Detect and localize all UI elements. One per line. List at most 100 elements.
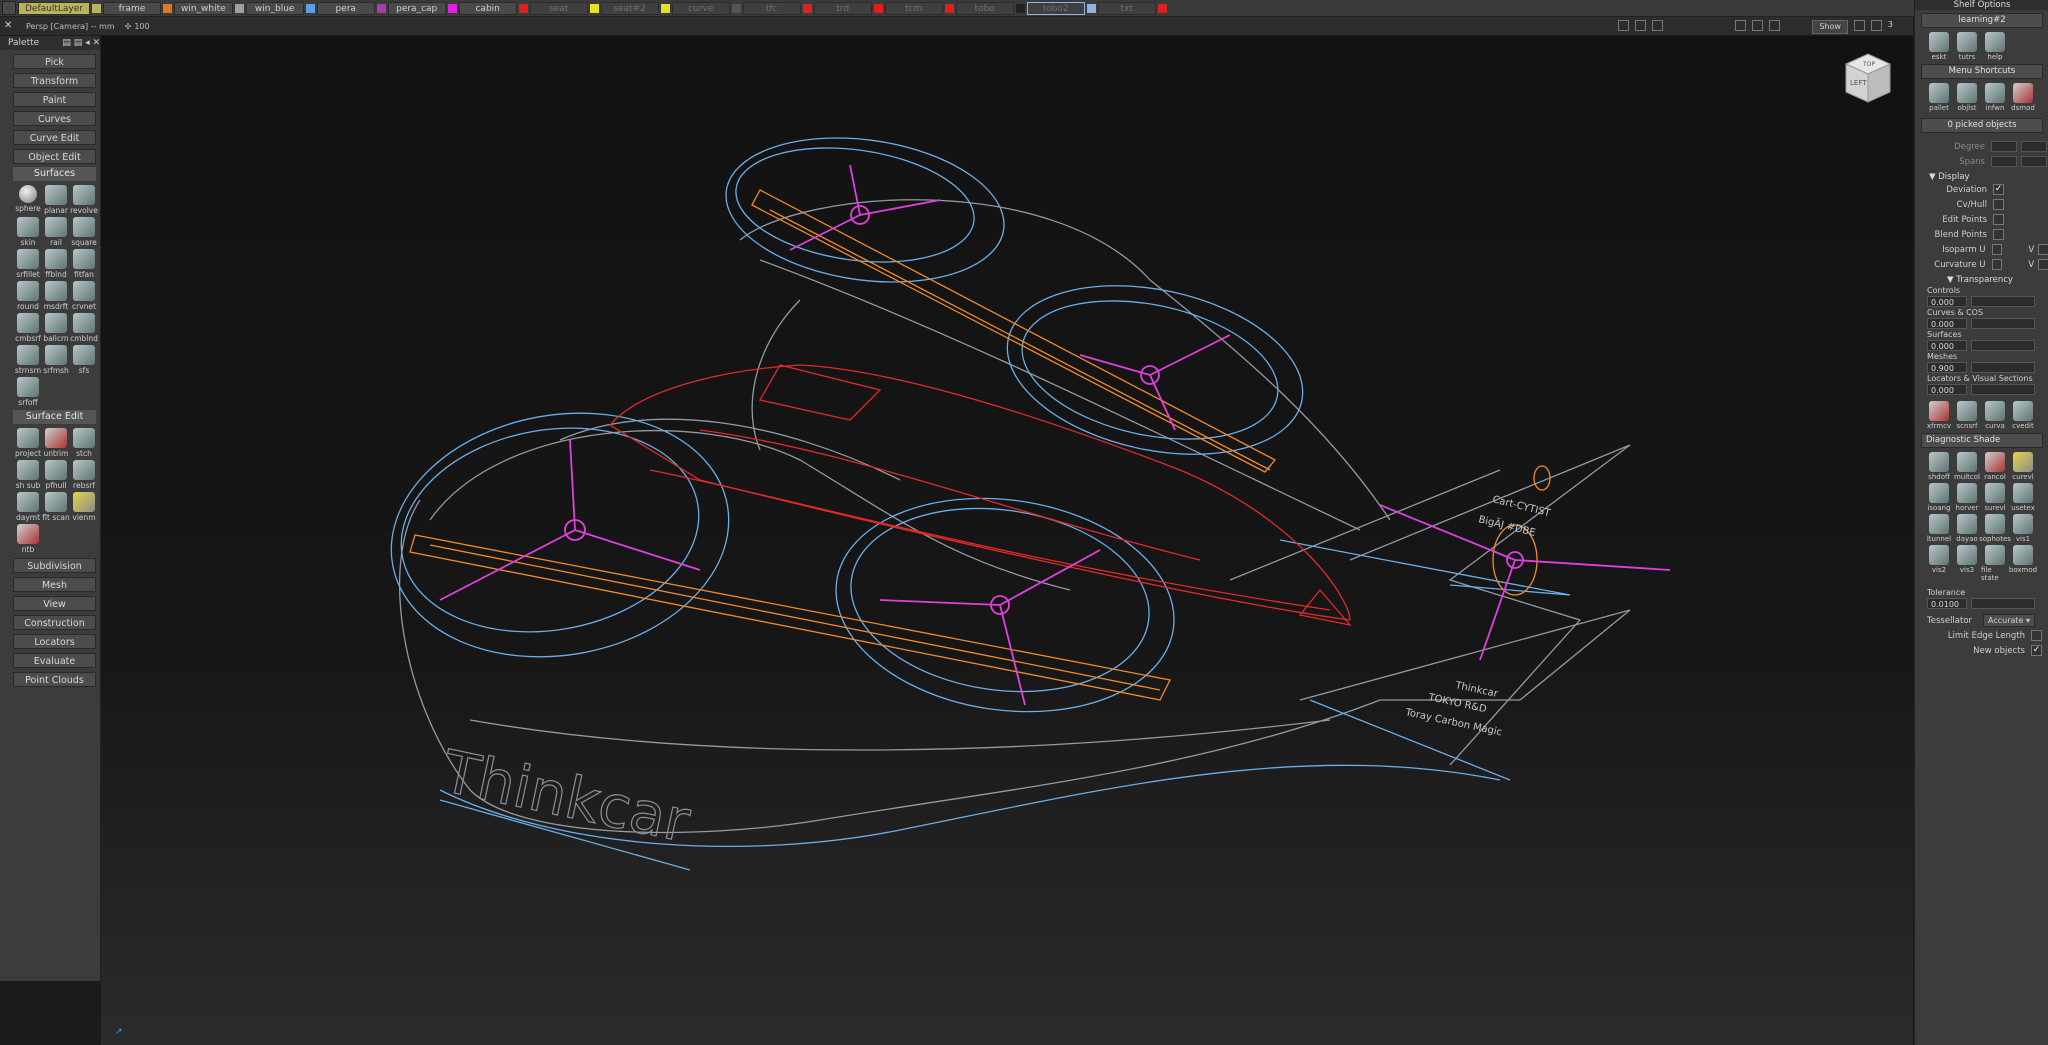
camera-tool-6-icon[interactable] (1769, 20, 1781, 31)
display-option-checkbox[interactable]: ✓ (1993, 184, 2004, 195)
degree-field-2[interactable] (2021, 141, 2047, 152)
palette-window-controls-icon[interactable]: ▤ ▤ ◂ ✕ (62, 36, 100, 50)
palette-button[interactable]: Evaluate (13, 653, 96, 668)
tool-curva[interactable]: curva (1981, 401, 2009, 430)
tool-rail[interactable]: rail (42, 217, 70, 247)
tool-pfhull[interactable]: pfhull (42, 460, 70, 490)
camera-tool-4-icon[interactable] (1735, 20, 1747, 31)
palette-button[interactable]: Pick (13, 54, 96, 69)
layer-item[interactable]: tfc (742, 1, 812, 15)
tool-vis2[interactable]: vis2 (1925, 545, 1953, 582)
v-checkbox[interactable] (2038, 259, 2048, 270)
surfaces-section[interactable]: Surfaces (13, 167, 96, 181)
display-option-checkbox[interactable] (1991, 244, 2003, 255)
tool-scnsrf[interactable]: scnsrf (1953, 401, 1981, 430)
tool-sphere[interactable]: sphere (14, 185, 42, 215)
layer-color-swatch[interactable] (162, 3, 172, 13)
tool-xfrmcv[interactable]: xfrmcv (1925, 401, 1953, 430)
camera-tool-8-icon[interactable] (1870, 20, 1882, 31)
tool-planar[interactable]: planar (42, 185, 70, 215)
palette-button[interactable]: View (13, 596, 96, 611)
perspective-viewport[interactable]: Thinkcar Thinkcar TOKYO R&D Toray Carbon… (101, 36, 1913, 1045)
shelf-tab-learning[interactable]: learning#2 (1921, 13, 2043, 28)
transparency-value[interactable]: 0.000 (1927, 340, 1967, 351)
layer-color-swatch[interactable] (518, 3, 528, 13)
tool-project[interactable]: project (14, 428, 42, 458)
layer-item[interactable]: tcm (884, 1, 954, 15)
surface-edit-section[interactable]: Surface Edit (13, 410, 96, 424)
layer-color-swatch[interactable] (234, 3, 244, 13)
tool-dayao[interactable]: dayao (1953, 514, 1981, 543)
menu-shortcuts-header[interactable]: Menu Shortcuts (1921, 64, 2043, 79)
tool-help[interactable]: help (1981, 32, 2009, 61)
layer-item[interactable]: seat#2 (600, 1, 670, 15)
tool-square[interactable]: square (70, 217, 98, 247)
tool-flt-scan[interactable]: flt scan (42, 492, 70, 522)
tool-isoang[interactable]: isoang (1925, 483, 1953, 512)
tool-objlst[interactable]: objlst (1953, 83, 1981, 112)
tool-boxmod[interactable]: boxmod (2009, 545, 2037, 582)
layer-color-swatch[interactable] (660, 3, 670, 13)
transparency-slider[interactable] (1971, 296, 2035, 307)
tool-daymt[interactable]: daymt (14, 492, 42, 522)
display-option-checkbox[interactable] (1991, 259, 2003, 270)
diagnostic-shade-header[interactable]: Diagnostic Shade (1921, 433, 2043, 448)
tool-ballcrn[interactable]: ballcrn (42, 313, 70, 343)
layer-item[interactable]: frame (102, 1, 172, 15)
layer-item[interactable]: tobo (955, 1, 1025, 15)
tool-ltunnel[interactable]: ltunnel (1925, 514, 1953, 543)
display-section[interactable]: ▼ Display (1929, 172, 2048, 182)
tool-cmbsrf[interactable]: cmbsrf (14, 313, 42, 343)
layer-item[interactable]: curve (671, 1, 741, 15)
layer-color-swatch[interactable] (802, 3, 812, 13)
palette-button[interactable]: Subdivision (13, 558, 96, 573)
tool-sh-sub[interactable]: sh sub (14, 460, 42, 490)
palette-button[interactable]: Curves (13, 111, 96, 126)
layer-item[interactable]: seat (529, 1, 599, 15)
palette-button[interactable]: Mesh (13, 577, 96, 592)
spans-field[interactable] (1991, 156, 2017, 167)
camera-tool-2-icon[interactable] (1635, 20, 1647, 31)
palette-button[interactable]: Construction (13, 615, 96, 630)
layer-color-swatch[interactable] (91, 3, 101, 13)
tool-infwn[interactable]: infwn (1981, 83, 2009, 112)
palette-button[interactable]: Paint (13, 92, 96, 107)
transparency-slider[interactable] (1971, 362, 2035, 373)
camera-tool-5-icon[interactable] (1752, 20, 1764, 31)
tool-pallet[interactable]: pallet (1925, 83, 1953, 112)
tool-horver[interactable]: horver (1953, 483, 1981, 512)
tessellator-dropdown[interactable]: Accurate ▾ (1983, 614, 2036, 627)
layer-color-swatch[interactable] (944, 3, 954, 13)
camera-tool-3-icon[interactable] (1652, 20, 1664, 31)
camera-tool-1-icon[interactable] (1618, 20, 1630, 31)
tool-ntb[interactable]: ntb (14, 524, 42, 554)
v-checkbox[interactable] (2038, 244, 2048, 255)
tool-strnsrn[interactable]: strnsrn (14, 345, 42, 375)
tool-skin[interactable]: skin (14, 217, 42, 247)
tool-cvedit[interactable]: cvedit (2009, 401, 2037, 430)
tool-vis1[interactable]: vis1 (2009, 514, 2037, 543)
tool-round[interactable]: round (14, 281, 42, 311)
tool-srfmsh[interactable]: srfmsh (42, 345, 70, 375)
layer-color-swatch[interactable] (376, 3, 386, 13)
palette-button[interactable]: Object Edit (13, 149, 96, 164)
layer-color-swatch[interactable] (305, 3, 315, 13)
tool-ffblnd[interactable]: ffblnd (42, 249, 70, 279)
layer-color-swatch[interactable] (447, 3, 457, 13)
layer-item[interactable]: DefaultLayer (18, 1, 101, 15)
degree-field[interactable] (1991, 141, 2017, 152)
tool-sophotes[interactable]: sophotes (1979, 514, 2011, 543)
transparency-value[interactable]: 0.000 (1927, 384, 1967, 395)
tolerance-field[interactable]: 0.0100 (1927, 598, 1967, 609)
layer-color-swatch[interactable] (1015, 3, 1025, 13)
layer-color-swatch[interactable] (731, 3, 741, 13)
layer-item[interactable]: cabin (458, 1, 528, 15)
tool-vienm[interactable]: vienm (70, 492, 98, 522)
display-option-checkbox[interactable] (1993, 229, 2004, 240)
tool-untrim[interactable]: untrim (42, 428, 70, 458)
tool-usetex[interactable]: usetex (2009, 483, 2037, 512)
palette-button[interactable]: Locators (13, 634, 96, 649)
new-objects-checkbox[interactable]: ✓ (2031, 645, 2042, 656)
tool-dsmod[interactable]: dsmod (2009, 83, 2037, 112)
tool-rebsrf[interactable]: rebsrf (70, 460, 98, 490)
